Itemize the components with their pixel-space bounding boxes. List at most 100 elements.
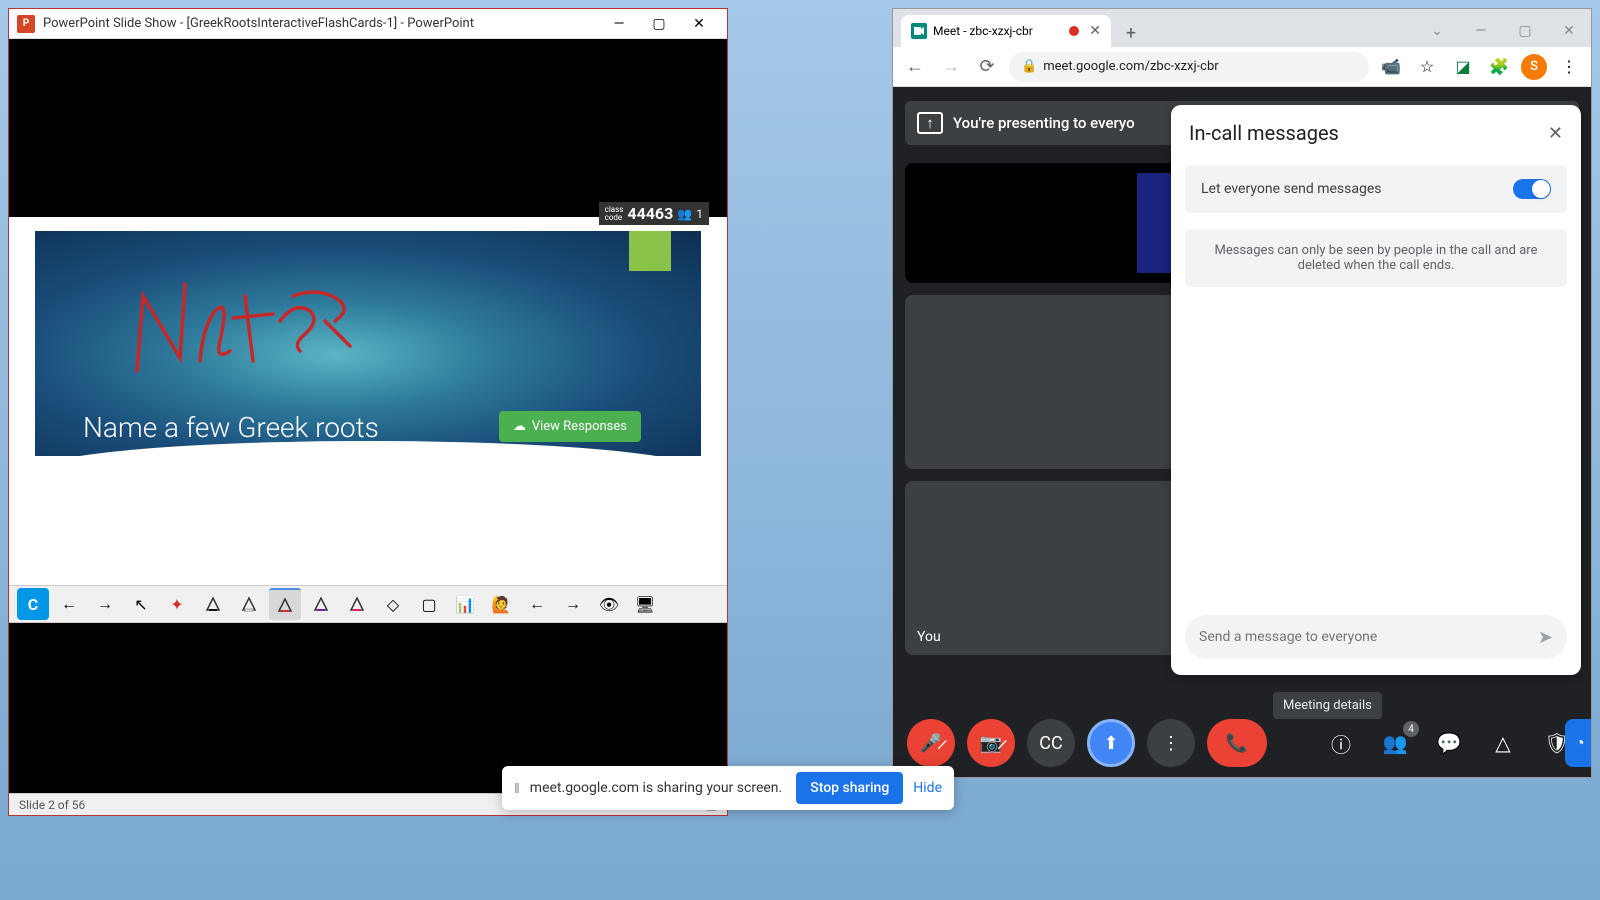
meet-favicon [911,23,927,39]
chrome-maximize-button[interactable]: ▢ [1503,15,1547,47]
classpoint-toolbar: C ← → ↖ ✦ ◇ ▢ 📊 🙋 ← → 👁 🖥 [9,585,727,623]
slide-counter: Slide 2 of 56 [19,798,85,812]
cloud-icon: ☁ [513,419,526,434]
extensions-menu-icon[interactable]: 🧩 [1485,53,1513,81]
meet-main: ↑ You're presenting to everyo C INKHOEEd… [893,87,1591,777]
presenting-text: You're presenting to everyo [953,114,1135,132]
send-icon[interactable]: ➤ [1538,627,1553,648]
participants-icon: 👥 [677,207,692,221]
activities-button[interactable]: △ [1483,723,1523,763]
ppt-slide-area[interactable]: class code 44463 👥 1 Name a few Greek ro… [9,217,727,585]
meet-controls: 🎤̷ 📷̷ CC ⬆ ⋮ 📞 ⓘ 👥4 💬 △ 🛡 Meeting detail… [893,709,1591,777]
browser-tab[interactable]: Meet - zbc-xzxj-cbr ✕ [901,15,1111,47]
star-icon[interactable]: ☆ [1413,53,1441,81]
class-code-label: class code [605,206,624,222]
participants-badge: 4 [1403,721,1419,737]
chat-panel: In-call messages ✕ Let everyone send mes… [1171,105,1581,675]
chrome-close-button[interactable]: ✕ [1547,15,1591,47]
meeting-details-button[interactable]: ⓘ [1321,723,1361,763]
prev-slide-button[interactable]: ← [53,588,85,620]
new-tab-button[interactable]: + [1117,19,1145,47]
toggle-label: Let everyone send messages [1201,181,1382,197]
chat-compose: ➤ [1171,603,1581,675]
classpoint-app-icon[interactable]: C [17,588,49,620]
class-code-badge: class code 44463 👥 1 [599,202,709,225]
participants-button[interactable]: 👥4 [1375,723,1415,763]
chrome-toolbar: ← → ⟳ 🔒 meet.google.com/zbc-xzxj-cbr 📹 ☆… [893,47,1591,87]
powerpoint-window: P PowerPoint Slide Show - [GreekRootsInt… [8,8,728,816]
tab-close-button[interactable]: ✕ [1089,23,1101,39]
hangup-button[interactable]: 📞 [1207,719,1267,767]
ppt-window-title: PowerPoint Slide Show - [GreekRootsInter… [43,16,599,31]
hide-tool[interactable]: 👁 [593,588,625,620]
chat-close-button[interactable]: ✕ [1548,123,1563,144]
camera-icon[interactable]: 📹 [1377,53,1405,81]
ppt-letterbox-top [9,39,727,217]
profile-avatar[interactable]: S [1521,54,1547,80]
tab-search-button[interactable]: ⌄ [1415,15,1459,47]
self-label: You [917,629,941,645]
eraser-tool[interactable]: ◇ [377,588,409,620]
pen-black[interactable] [197,588,229,620]
maximize-button[interactable]: ▢ [639,10,679,38]
hide-button[interactable]: Hide [913,780,942,796]
captions-button[interactable]: CC [1027,719,1075,767]
messages-toggle[interactable] [1513,179,1551,199]
laser-tool[interactable]: ✦ [161,588,193,620]
chat-input[interactable] [1199,629,1538,645]
chrome-window: Meet - zbc-xzxj-cbr ✕ + ⌄ — ▢ ✕ ← → ⟳ 🔒 … [892,8,1592,778]
pen-red[interactable] [269,588,301,620]
chrome-tabstrip: Meet - zbc-xzxj-cbr ✕ + ⌄ — ▢ ✕ [893,9,1591,47]
powerpoint-icon: P [17,15,35,33]
green-tab [629,231,671,271]
chat-input-container: ➤ [1185,615,1567,659]
chat-info-text: Messages can only be seen by people in t… [1185,229,1567,287]
screenshare-bar: ‖ meet.google.com is sharing your screen… [502,766,954,810]
chrome-minimize-button[interactable]: — [1459,15,1503,47]
chat-button[interactable]: 💬 [1429,723,1469,763]
recording-indicator-icon [1069,26,1079,36]
pause-icon: ‖ [514,780,520,797]
whiteboard-tool[interactable]: ▢ [413,588,445,620]
pointer-tool[interactable]: ↖ [125,588,157,620]
tab-title: Meet - zbc-xzxj-cbr [933,24,1033,38]
chrome-menu-button[interactable]: ⋮ [1555,53,1583,81]
more-options-button[interactable]: ⋮ [1147,719,1195,767]
view-responses-button[interactable]: ☁ View Responses [499,411,641,442]
arrow-right-tool[interactable]: → [557,588,589,620]
pen-pink[interactable] [341,588,373,620]
lock-icon: 🔒 [1021,59,1037,74]
stop-sharing-button[interactable]: Stop sharing [796,772,903,804]
reload-button[interactable]: ⟳ [973,53,1001,81]
chat-header: In-call messages ✕ [1171,105,1581,155]
arrow-left-tool[interactable]: ← [521,588,553,620]
share-text: meet.google.com is sharing your screen. [530,780,782,796]
extension-icon[interactable]: ◪ [1449,53,1477,81]
ink-annotation-notes [125,266,355,376]
tooltip-meeting-details: Meeting details [1273,692,1382,719]
address-bar[interactable]: 🔒 meet.google.com/zbc-xzxj-cbr [1009,52,1369,82]
display-tool[interactable]: 🖥 [629,588,661,620]
pen-purple[interactable] [305,588,337,620]
ppt-titlebar: P PowerPoint Slide Show - [GreekRootsInt… [9,9,727,39]
close-button[interactable]: ✕ [679,10,719,38]
poll-tool[interactable]: 📊 [449,588,481,620]
minimize-button[interactable]: — [599,10,639,38]
messages-toggle-row: Let everyone send messages [1185,165,1567,213]
pen-white[interactable] [233,588,265,620]
present-icon: ↑ [917,112,943,134]
url-text: meet.google.com/zbc-xzxj-cbr [1043,59,1218,74]
mic-button[interactable]: 🎤̷ [907,719,955,767]
slide-heading: Name a few Greek roots [83,411,379,444]
slide: Name a few Greek roots ☁ View Responses [35,231,701,571]
view-responses-label: View Responses [532,419,627,434]
forward-button[interactable]: → [937,53,965,81]
back-button[interactable]: ← [901,53,929,81]
present-button[interactable]: ⬆ [1087,719,1135,767]
pick-name-tool[interactable]: 🙋 [485,588,517,620]
host-controls-button[interactable]: ◔ [1565,719,1591,767]
next-slide-button[interactable]: → [89,588,121,620]
class-code-value: 44463 [627,204,673,223]
camera-button[interactable]: 📷̷ [967,719,1015,767]
participants-count: 1 [696,207,703,221]
